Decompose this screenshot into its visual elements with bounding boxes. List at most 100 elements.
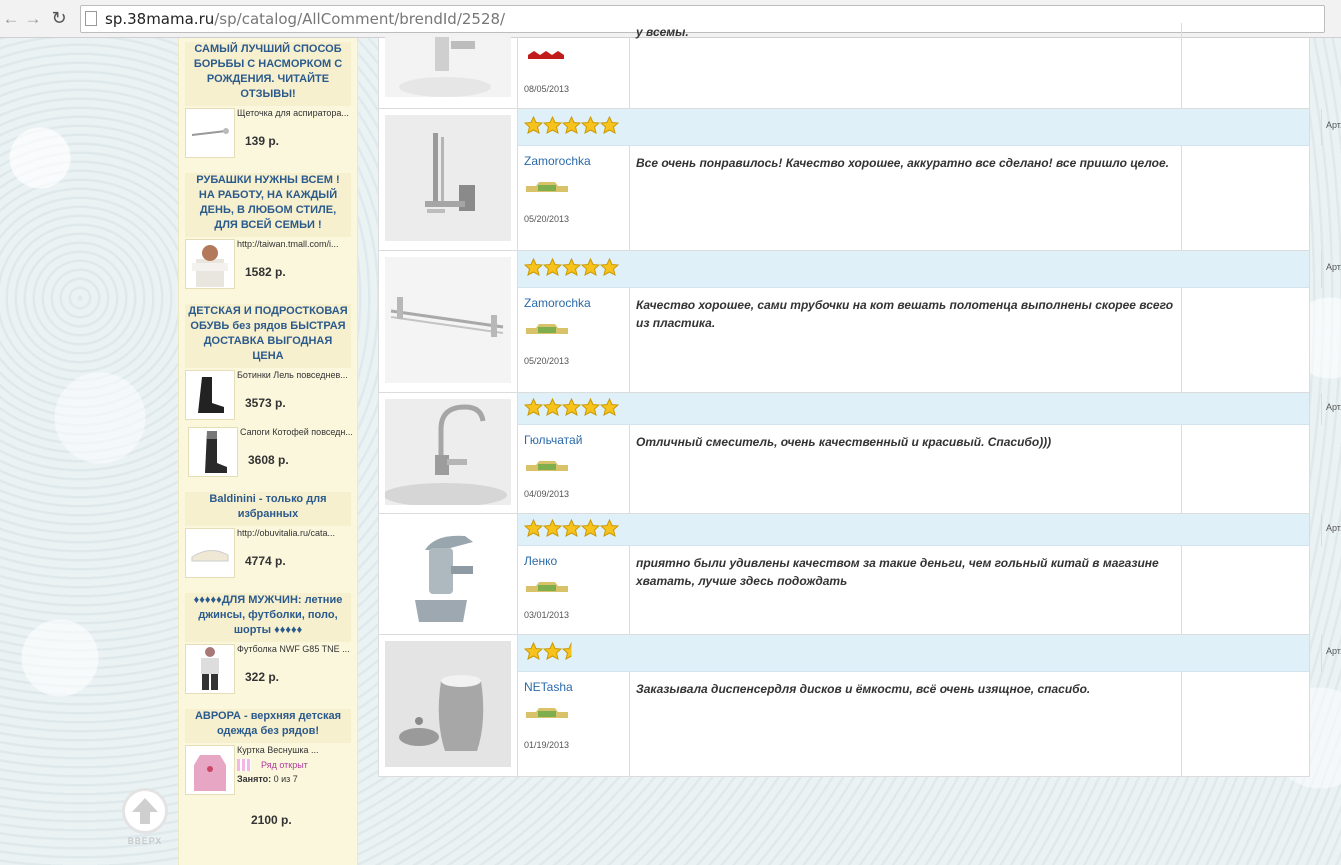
row-status-icon xyxy=(237,759,251,771)
promo-item[interactable]: Щеточка для аспиратора... 139 р. xyxy=(185,108,351,163)
reload-icon[interactable]: ↻ xyxy=(48,8,70,30)
product-thumbnail[interactable] xyxy=(185,108,235,158)
product-thumbnail[interactable] xyxy=(185,644,235,694)
comment-date: 04/09/2013 xyxy=(524,489,570,499)
article-label: Арт. xyxy=(1326,523,1341,533)
scroll-to-top-button[interactable]: ВВЕРХ xyxy=(120,788,170,850)
product-image[interactable] xyxy=(385,37,511,97)
author-cell: Гюльчатай 04/09/2013 xyxy=(518,425,630,513)
product-image[interactable] xyxy=(385,257,511,383)
rating-stars xyxy=(524,258,619,276)
taken-value: 0 из 7 xyxy=(273,774,298,784)
product-image[interactable] xyxy=(385,641,511,767)
article-cell xyxy=(1182,37,1309,108)
back-icon[interactable]: ← xyxy=(0,8,22,30)
comment-date: 08/05/2013 xyxy=(524,84,570,94)
product-image-cell xyxy=(379,514,518,634)
article-cell xyxy=(1182,546,1309,634)
star-icon xyxy=(524,398,543,416)
comment-header: Арт. xyxy=(518,635,1341,672)
comment-text: Качество хорошее, сами трубочки на кот в… xyxy=(630,288,1182,392)
product-thumbnail[interactable] xyxy=(185,370,235,420)
row-status: Ряд открыт xyxy=(237,759,353,771)
article-cell xyxy=(1182,288,1309,392)
promo-title[interactable]: ♦♦♦♦♦ДЛЯ МУЖЧИН: летние джинсы, футболки… xyxy=(185,593,351,642)
promo-title[interactable]: САМЫЙ ЛУЧШИЙ СПОСОБ БОРЬБЫ С НАСМОРКОМ С… xyxy=(185,42,351,106)
product-thumbnail[interactable] xyxy=(188,427,238,477)
product-image-cell xyxy=(379,393,518,513)
comment-date: 05/20/2013 xyxy=(524,356,570,366)
product-image-cell xyxy=(379,251,518,392)
rating-stars xyxy=(524,116,619,134)
author-link[interactable]: NETasha xyxy=(524,680,629,694)
rating-stars xyxy=(524,642,581,660)
item-name[interactable]: Щеточка для аспиратора... xyxy=(237,108,354,118)
row-status-label: Ряд открыт xyxy=(261,760,308,770)
article-label: Арт. xyxy=(1326,262,1341,272)
star-icon xyxy=(543,258,562,276)
comment-text: Заказывала диспенсердля дисков и ёмкости… xyxy=(630,672,1182,776)
star-icon xyxy=(524,519,543,537)
table-row: Арт. Ленко 03/01/2013 приятно были удивл… xyxy=(379,513,1341,634)
promo-block: ♦♦♦♦♦ДЛЯ МУЖЧИН: летние джинсы, футболки… xyxy=(179,589,357,705)
product-image[interactable] xyxy=(385,399,511,505)
user-rank-badge xyxy=(526,582,568,592)
star-icon xyxy=(600,398,619,416)
star-icon xyxy=(562,519,581,537)
item-price: 3608 р. xyxy=(248,453,289,467)
item-price: 139 р. xyxy=(245,134,280,148)
star-icon xyxy=(524,258,543,276)
forward-icon[interactable]: → xyxy=(22,8,44,30)
author-link[interactable]: Zamorochka xyxy=(524,296,629,310)
table-row: Арт. Zamorochka 05/20/2013 Качество хоро… xyxy=(379,250,1341,392)
promo-title[interactable]: АВРОРА - верхняя детская одежда без рядо… xyxy=(185,709,351,743)
promo-item[interactable]: http://obuvitalia.ru/cata... 4774 р. xyxy=(185,528,351,583)
user-rank-badge xyxy=(528,51,564,59)
table-row: Арт. Гюльчатай 04/09/2013 Отличный смеси… xyxy=(379,392,1341,513)
author-cell: Zamorochka 05/20/2013 xyxy=(518,288,630,392)
promo-item[interactable]: Сапоги Котофей повседн... 3608 р. xyxy=(185,427,353,482)
product-thumbnail[interactable] xyxy=(185,239,235,289)
article-cell xyxy=(1182,672,1309,776)
author-link[interactable]: Ленко xyxy=(524,554,629,568)
promo-block: РУБАШКИ НУЖНЫ ВСЕМ ! НА РАБОТУ, НА КАЖДЫ… xyxy=(179,169,357,300)
table-row: 08/05/2013 у всемы. xyxy=(379,23,1309,108)
star-icon xyxy=(600,519,619,537)
table-row: Арт. NETasha 01/19/2013 Заказывала диспе… xyxy=(379,634,1341,776)
item-name[interactable]: Футболка NWF G85 TNE ... xyxy=(237,644,354,654)
comment-date: 01/19/2013 xyxy=(524,740,570,750)
promo-item[interactable]: Куртка Веснушка ... Ряд открыт Занято: 0… xyxy=(185,745,351,805)
star-icon xyxy=(562,116,581,134)
author-link[interactable]: Zamorochka xyxy=(524,154,629,168)
promo-title[interactable]: ДЕТСКАЯ И ПОДРОСТКОВАЯ ОБУВЬ без рядов Б… xyxy=(185,304,351,368)
scroll-to-top-label: ВВЕРХ xyxy=(127,836,163,846)
product-image[interactable] xyxy=(385,115,511,241)
comment-text: у всемы. xyxy=(630,23,1182,108)
item-name[interactable]: http://obuvitalia.ru/cata... xyxy=(237,528,354,538)
author-link[interactable]: Гюльчатай xyxy=(524,433,629,447)
article-cell xyxy=(1182,146,1309,250)
comment-header: Арт. xyxy=(518,251,1341,288)
product-image[interactable] xyxy=(385,520,511,628)
item-price: 1582 р. xyxy=(245,265,286,279)
user-rank-badge xyxy=(526,708,568,718)
product-thumbnail[interactable] xyxy=(185,528,235,578)
item-price: 322 р. xyxy=(245,670,280,684)
promo-block: АВРОРА - верхняя детская одежда без рядо… xyxy=(179,705,357,833)
promo-item[interactable]: Футболка NWF G85 TNE ... 322 р. xyxy=(185,644,351,699)
article-label: Арт. xyxy=(1326,120,1341,130)
user-rank-badge xyxy=(526,324,568,334)
promo-block: САМЫЙ ЛУЧШИЙ СПОСОБ БОРЬБЫ С НАСМОРКОМ С… xyxy=(179,38,357,169)
promo-item[interactable]: http://taiwan.tmall.com/i... 1582 р. xyxy=(185,239,351,294)
promo-item[interactable]: Ботинки Лель повседнев... 3573 р. xyxy=(185,370,351,425)
item-name[interactable]: Сапоги Котофей повседн... xyxy=(240,427,357,437)
item-name[interactable]: http://taiwan.tmall.com/i... xyxy=(237,239,354,249)
product-thumbnail[interactable] xyxy=(185,745,235,795)
item-name[interactable]: Ботинки Лель повседнев... xyxy=(237,370,354,380)
item-name[interactable]: Куртка Веснушка ... xyxy=(237,745,354,755)
star-icon xyxy=(581,116,600,134)
promo-title[interactable]: Baldinini - только для избранных xyxy=(185,492,351,526)
sidebar: САМЫЙ ЛУЧШИЙ СПОСОБ БОРЬБЫ С НАСМОРКОМ С… xyxy=(178,38,358,865)
taken-count: Занято: 0 из 7 xyxy=(237,774,353,784)
promo-title[interactable]: РУБАШКИ НУЖНЫ ВСЕМ ! НА РАБОТУ, НА КАЖДЫ… xyxy=(185,173,351,237)
